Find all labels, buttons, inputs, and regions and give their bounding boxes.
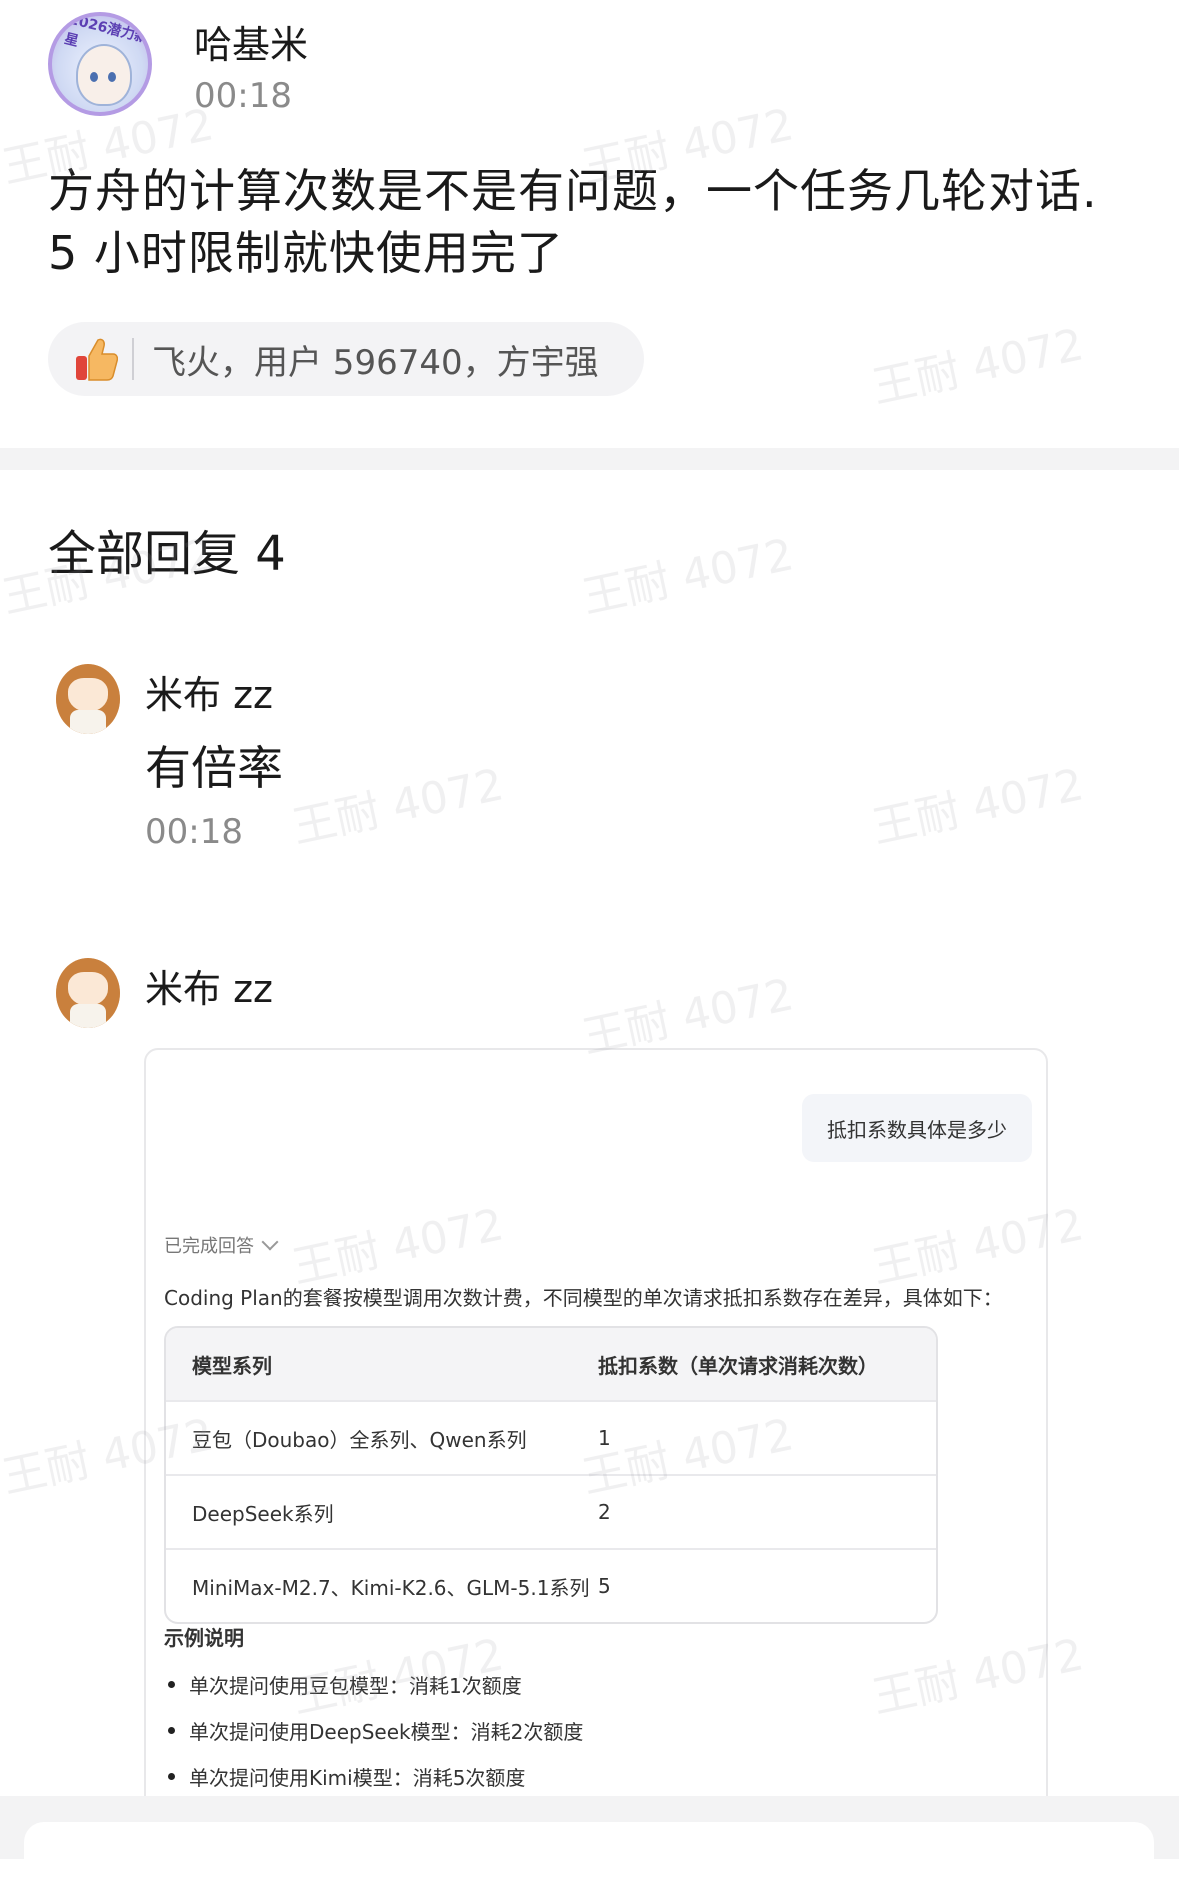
thumbs-up-icon: [74, 336, 119, 382]
likes-divider: [132, 338, 134, 380]
table-cell-coefficient: 5: [598, 1574, 611, 1598]
bullet-icon: [168, 1681, 175, 1688]
answer-intro: Coding Plan的套餐按模型调用次数计费，不同模型的单次请求抵扣系数存在差…: [164, 1286, 1003, 1310]
table-header-cell: 抵扣系数（单次请求消耗次数）: [598, 1353, 878, 1378]
bullet-icon: [168, 1727, 175, 1734]
chevron-down-icon: [261, 1233, 279, 1251]
avatar-face: [68, 972, 108, 1006]
example-text: 单次提问使用DeepSeek模型：消耗2次额度: [189, 1720, 584, 1744]
table-row: DeepSeek系列 2: [166, 1474, 936, 1548]
avatar-face: [68, 678, 108, 712]
coefficient-table: 模型系列 抵扣系数（单次请求消耗次数） 豆包（Doubao）全系列、Qwen系列…: [164, 1326, 938, 1624]
reply-avatar[interactable]: [56, 958, 120, 1028]
table-cell-model: MiniMax-M2.7、Kimi-K2.6、GLM-5.1系列: [192, 1575, 590, 1600]
question-bubble: 抵扣系数具体是多少: [802, 1094, 1032, 1162]
table-row: 豆包（Doubao）全系列、Qwen系列 1: [166, 1400, 936, 1474]
next-card-edge: [24, 1822, 1154, 1882]
avatar-eye: [108, 72, 116, 82]
answer-status: 已完成回答: [164, 1232, 279, 1258]
avatar-eye: [90, 72, 98, 82]
likes-names: 飞火，用户 596740，方宇强: [152, 342, 599, 383]
watermark: 王耐 4072: [577, 529, 798, 624]
table-cell-coefficient: 2: [598, 1500, 611, 1524]
avatar-body: [70, 1004, 106, 1028]
table-cell-coefficient: 1: [598, 1426, 611, 1450]
table-cell-model: 豆包（Doubao）全系列、Qwen系列: [192, 1427, 527, 1452]
example-item: 单次提问使用Kimi模型：消耗5次额度: [164, 1762, 525, 1791]
reply-author[interactable]: 米布 zz: [145, 664, 273, 719]
answer-status-label: 已完成回答: [164, 1236, 254, 1257]
example-title: 示例说明: [164, 1626, 244, 1650]
reply-time: 00:18: [145, 812, 243, 852]
watermark: 王耐 4072: [867, 759, 1088, 854]
main-post: 2026潜力新星 哈基米 00:18 方舟的计算次数是不是有问题，一个任务几轮对…: [0, 0, 1179, 448]
avatar-body: [70, 710, 106, 734]
reply-avatar[interactable]: [56, 664, 120, 734]
likes-bar[interactable]: 飞火，用户 596740，方宇强: [48, 322, 644, 396]
example-text: 单次提问使用Kimi模型：消耗5次额度: [189, 1766, 526, 1790]
example-item: 单次提问使用豆包模型：消耗1次额度: [164, 1670, 522, 1699]
section-divider: [0, 448, 1179, 470]
example-item: 单次提问使用DeepSeek模型：消耗2次额度: [164, 1716, 583, 1745]
author-name[interactable]: 哈基米: [194, 14, 308, 69]
post-text: 方舟的计算次数是不是有问题，一个任务几轮对话. 5 小时限制就快使用完了: [48, 164, 1098, 280]
replies-header: 全部回复 4: [48, 526, 286, 582]
reply-author[interactable]: 米布 zz: [145, 958, 273, 1013]
post-time: 00:18: [194, 76, 292, 116]
author-avatar[interactable]: 2026潜力新星: [48, 12, 152, 116]
table-header-row: 模型系列 抵扣系数（单次请求消耗次数）: [166, 1328, 936, 1400]
table-cell-model: DeepSeek系列: [192, 1501, 334, 1526]
bullet-icon: [168, 1773, 175, 1780]
table-header-cell: 模型系列: [192, 1353, 272, 1378]
example-text: 单次提问使用豆包模型：消耗1次额度: [189, 1674, 522, 1698]
reply-image[interactable]: 抵扣系数具体是多少 已完成回答 Coding Plan的套餐按模型调用次数计费，…: [144, 1048, 1048, 1812]
table-row: MiniMax-M2.7、Kimi-K2.6、GLM-5.1系列 5: [166, 1548, 936, 1622]
reply-text: 有倍率: [145, 741, 283, 795]
watermark: 王耐 4072: [287, 759, 508, 854]
avatar-face: [76, 44, 132, 106]
